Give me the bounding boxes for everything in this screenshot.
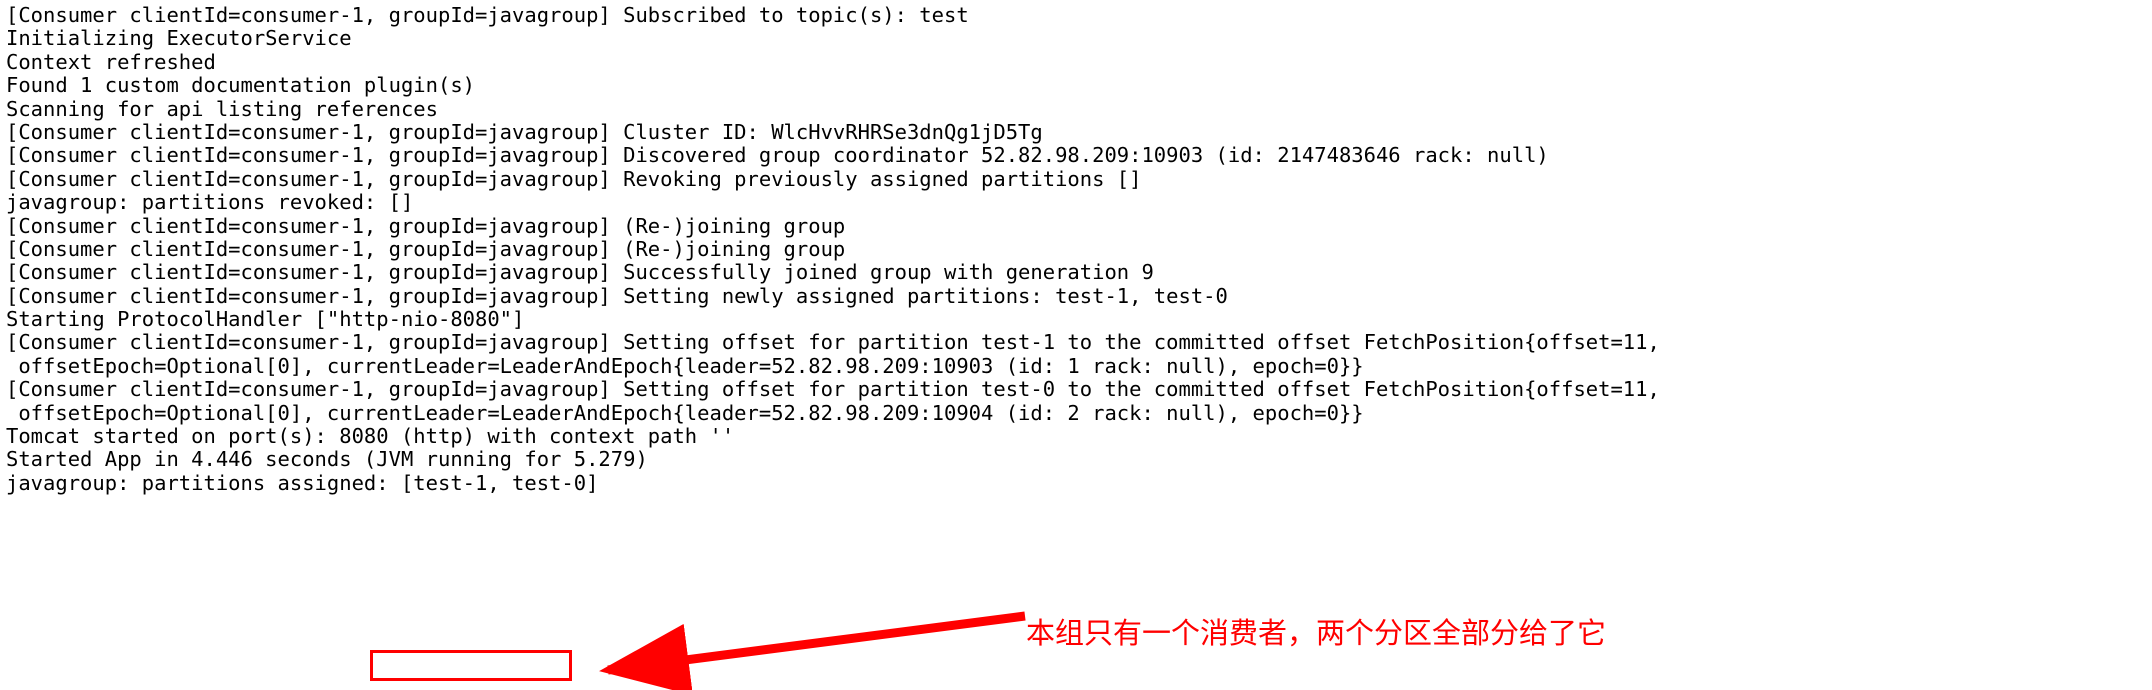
console-log-panel: [Consumer clientId=consumer-1, groupId=j… — [0, 0, 2152, 690]
log-line: javagroup: partitions revoked: [] — [6, 190, 414, 215]
log-line: Scanning for api listing references — [6, 96, 438, 121]
log-line: [Consumer clientId=consumer-1, groupId=j… — [6, 236, 846, 261]
log-line: Tomcat started on port(s): 8080 (http) w… — [6, 424, 735, 449]
log-line: [Consumer clientId=consumer-1, groupId=j… — [6, 283, 1228, 308]
log-line: javagroup: partitions assigned: [test-1,… — [6, 470, 599, 495]
log-line: [Consumer clientId=consumer-1, groupId=j… — [6, 377, 1660, 402]
log-line: [Consumer clientId=consumer-1, groupId=j… — [6, 330, 1660, 355]
log-line: offsetEpoch=Optional[0], currentLeader=L… — [6, 353, 1364, 378]
partitions-assigned-highlight-box — [370, 650, 572, 681]
annotation-text: 本组只有一个消费者，两个分区全部分给了它 — [1026, 616, 1607, 650]
log-line: offsetEpoch=Optional[0], currentLeader=L… — [6, 400, 1364, 425]
log-line: Started App in 4.446 seconds (JVM runnin… — [6, 447, 648, 472]
log-line: [Consumer clientId=consumer-1, groupId=j… — [6, 213, 846, 238]
log-line: [Consumer clientId=consumer-1, groupId=j… — [6, 166, 1142, 191]
log-line: Context refreshed — [6, 49, 216, 74]
log-line: [Consumer clientId=consumer-1, groupId=j… — [6, 119, 1043, 144]
log-output: [Consumer clientId=consumer-1, groupId=j… — [6, 3, 2152, 495]
annotation-arrow-icon — [599, 611, 1026, 690]
log-line: Initializing ExecutorService — [6, 26, 352, 51]
log-line: Starting ProtocolHandler ["http-nio-8080… — [6, 307, 525, 332]
log-line: Found 1 custom documentation plugin(s) — [6, 73, 475, 98]
log-line: [Consumer clientId=consumer-1, groupId=j… — [6, 3, 969, 27]
log-line: [Consumer clientId=consumer-1, groupId=j… — [6, 260, 1154, 285]
log-line: [Consumer clientId=consumer-1, groupId=j… — [6, 143, 1549, 168]
